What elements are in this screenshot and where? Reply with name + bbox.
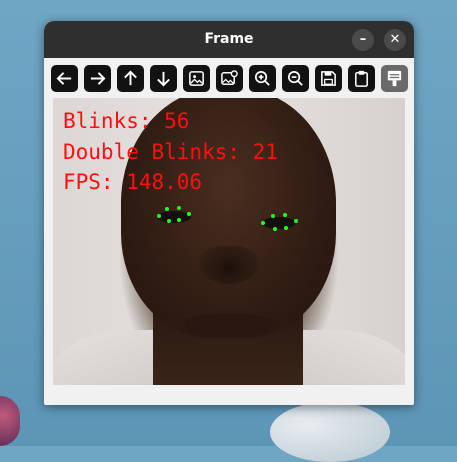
minimize-button[interactable]: – [352,29,374,51]
fps-counter: FPS: 148.06 [63,170,203,194]
zoom-in-button[interactable] [249,65,276,92]
clipboard-icon [355,70,368,87]
fit-image-button[interactable] [183,65,210,92]
save-button[interactable] [315,65,342,92]
pan-up-button[interactable] [117,65,144,92]
arrow-up-icon [124,70,137,86]
double-blinks-counter: Double Blinks: 21 [63,140,278,164]
landmark-point [284,226,288,230]
video-frame[interactable]: Blinks: 56 Double Blinks: 21 FPS: 148.06 [53,98,405,385]
image-properties-button[interactable] [216,65,243,92]
pan-right-button[interactable] [84,65,111,92]
landmark-point [177,206,181,210]
blinks-counter: Blinks: 56 [63,109,190,133]
zoom-in-icon [254,70,270,86]
landmark-point [271,214,275,218]
toolbar [51,64,408,94]
landmark-point [294,219,298,223]
landmark-point [165,207,169,211]
landmark-point [157,214,161,218]
zoom-out-button[interactable] [282,65,309,92]
landmark-point [261,221,265,225]
properties-icon [387,70,402,87]
copy-to-clipboard-button[interactable] [348,65,375,92]
image-settings-icon [221,70,238,85]
close-button[interactable]: ✕ [384,29,406,51]
arrow-right-icon [90,72,106,85]
zoom-out-icon [287,70,303,86]
landmark-point [283,213,287,217]
title-bar[interactable]: Frame – ✕ [44,21,414,58]
landmark-point [177,218,181,222]
landmark-point [187,212,191,216]
image-icon [189,71,204,86]
pan-down-button[interactable] [150,65,177,92]
arrow-down-icon [157,71,170,87]
landmark-point [167,219,171,223]
landmark-point [273,227,277,231]
properties-button[interactable] [381,65,408,92]
arrow-left-icon [56,72,72,85]
save-icon [321,71,336,86]
desktop-wallpaper-shape [0,396,20,446]
frame-window: Frame – ✕ Blinks: 56 Double Blinks: 21 F… [44,21,414,405]
pan-left-button[interactable] [51,65,78,92]
desktop-wallpaper-shape [270,402,390,462]
